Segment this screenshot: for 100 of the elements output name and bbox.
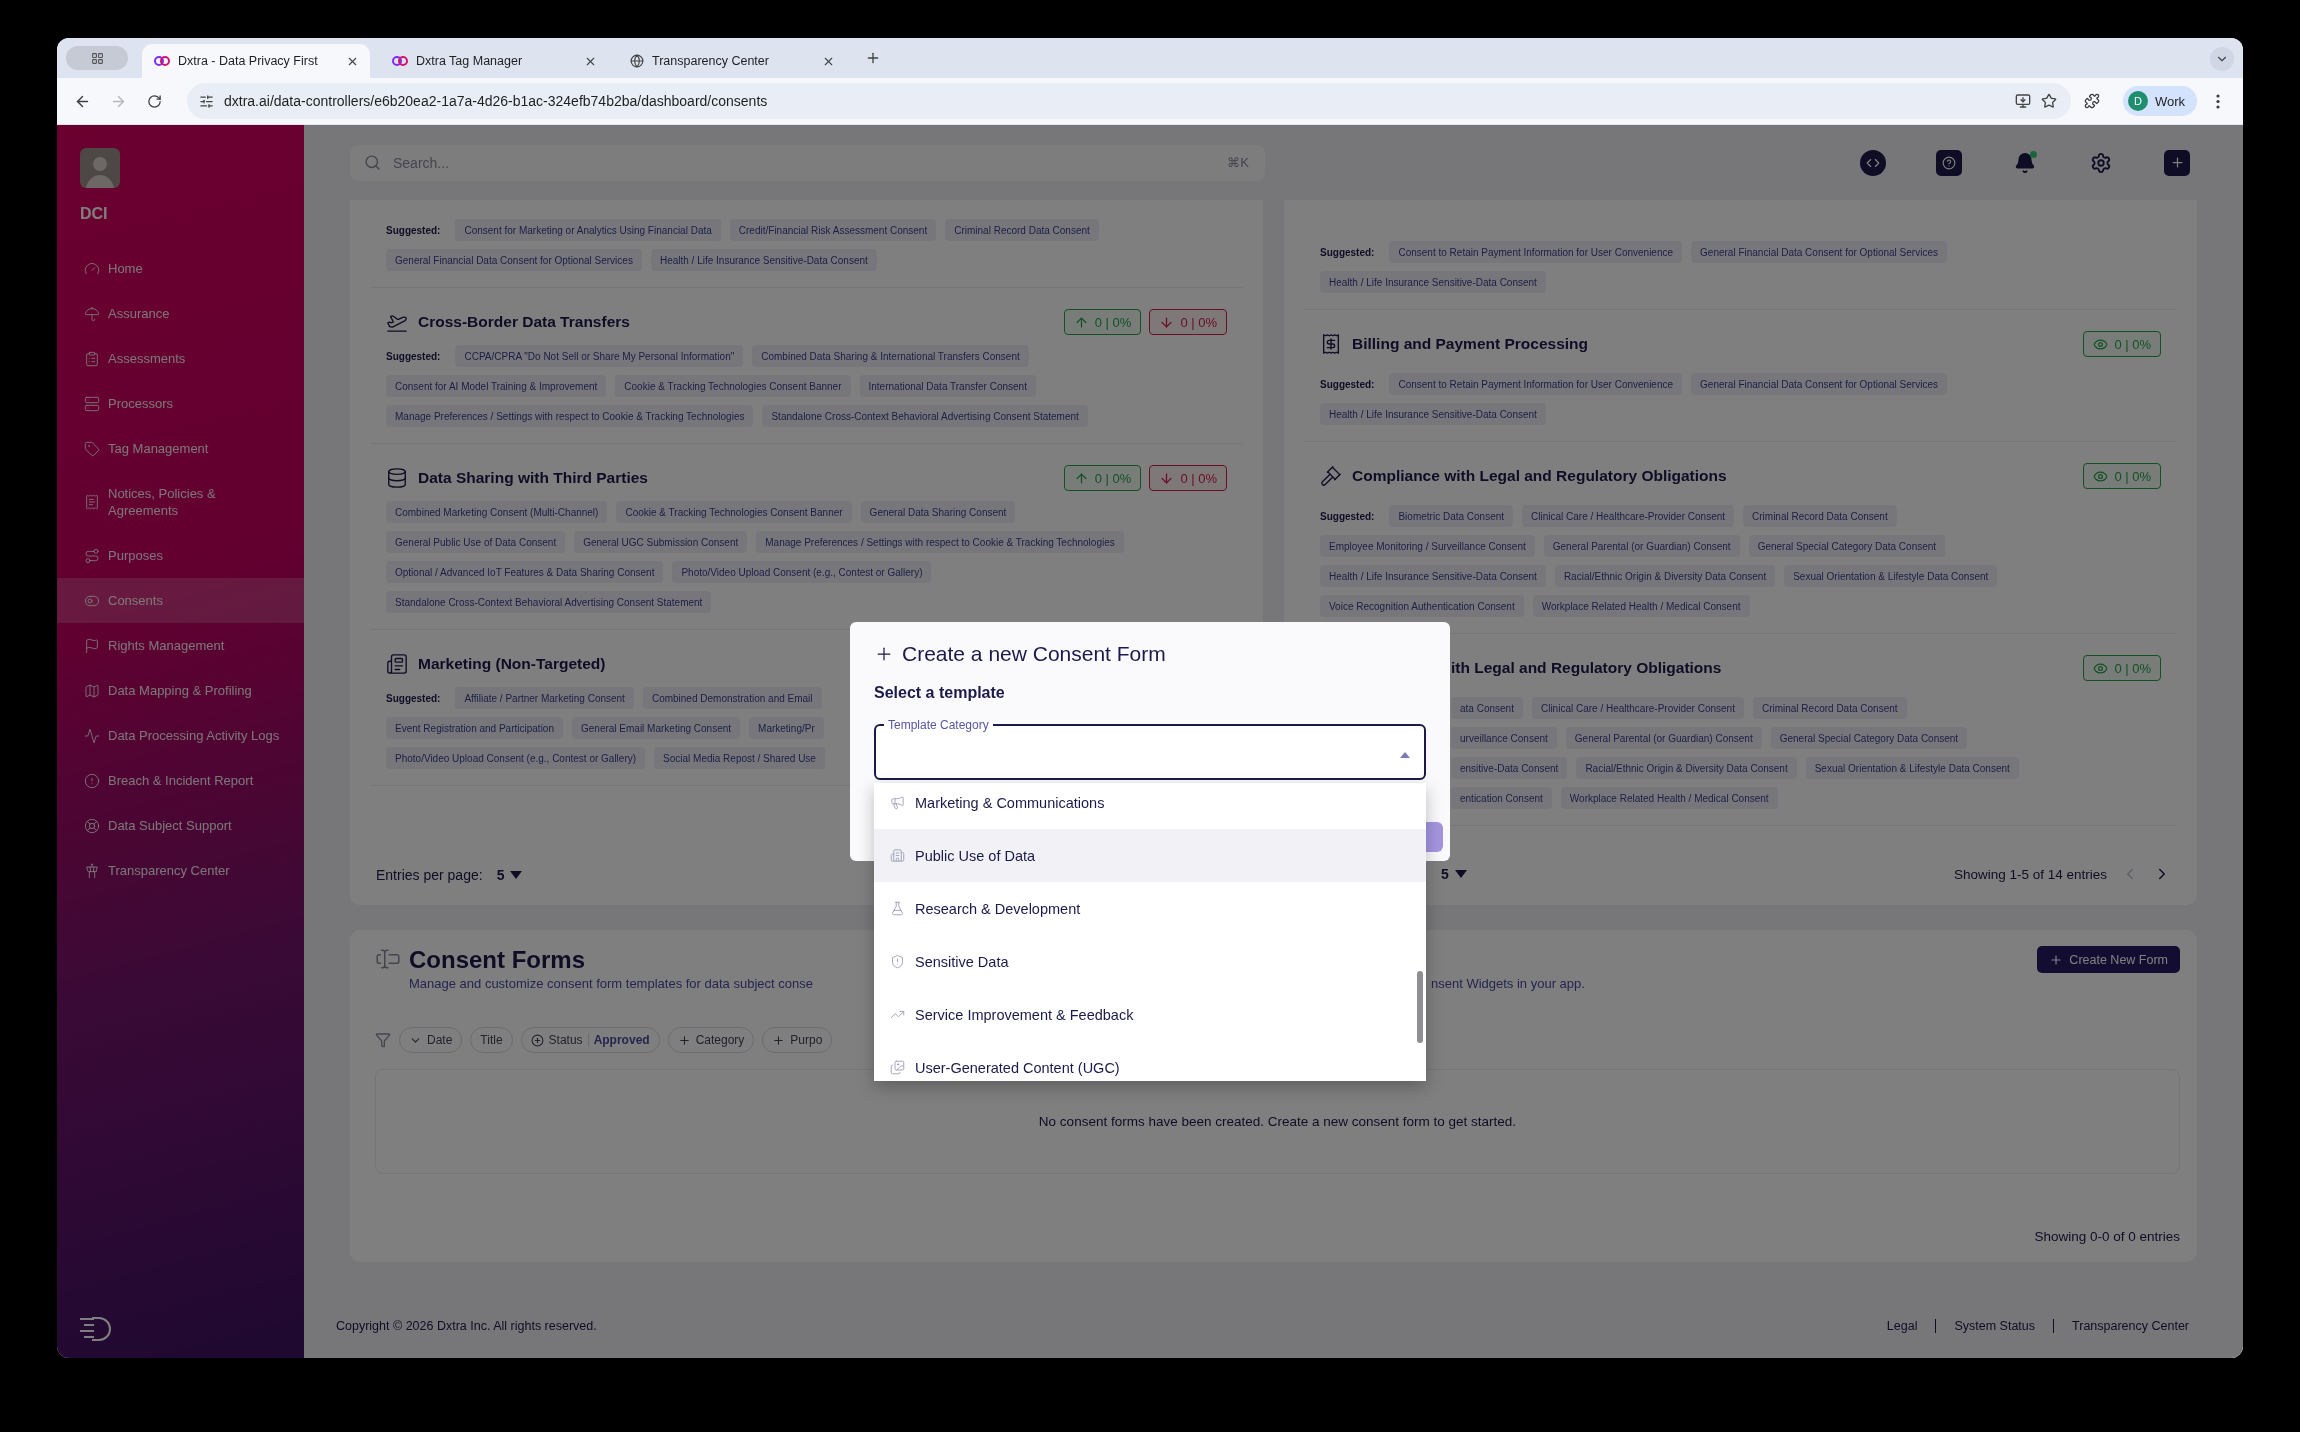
template-chip[interactable]: entication Consent: [1451, 787, 1552, 809]
filter-chip[interactable]: Date: [399, 1027, 463, 1053]
template-chip[interactable]: Clinical Care / Healthcare-Provider Consent: [1522, 505, 1735, 527]
search-field[interactable]: Search...: [391, 153, 1218, 172]
template-chip[interactable]: Criminal Record Data Consent: [1752, 697, 1907, 719]
template-chip[interactable]: General Email Marketing Consent: [572, 717, 741, 739]
template-chip[interactable]: ensitive-Data Consent: [1451, 757, 1568, 779]
template-chip[interactable]: Employee Monitoring / Surveillance Consent: [1320, 535, 1535, 557]
template-option[interactable]: User-Generated Content (UGC): [874, 1041, 1426, 1081]
footer-link[interactable]: Transparency Center: [2053, 1319, 2189, 1333]
template-chip[interactable]: General Special Category Data Consent: [1770, 727, 1968, 749]
sidebar-item[interactable]: Processors: [57, 381, 304, 426]
template-chip[interactable]: General Financial Data Consent for Optional Services: [386, 249, 642, 271]
browser-tab[interactable]: Dxtra - Data Privacy First: [142, 44, 370, 78]
browser-tab[interactable]: Dxtra Tag Manager: [380, 44, 608, 78]
template-chip[interactable]: Health / Life Insurance Sensitive-Data Consent: [650, 249, 877, 271]
template-chip[interactable]: General Financial Data Consent for Optional Services: [1691, 241, 1947, 263]
template-chip[interactable]: Workplace Related Health / Medical Consent: [1532, 595, 1750, 617]
template-chip[interactable]: Standalone Cross-Context Behavioral Advertising Consent Statement: [386, 591, 712, 613]
template-chip[interactable]: Event Registration and Participation: [386, 717, 563, 739]
template-chip[interactable]: Manage Preferences / Settings with respect to Cookie & Tracking Technologies: [756, 531, 1124, 553]
address-bar[interactable]: dxtra.ai/data-controllers/e6b20ea2-1a7a-4d26-b1ac-324efb74b2ba/dashboard/consents: [187, 83, 2071, 119]
sidebar-item[interactable]: Rights Management: [57, 623, 304, 668]
template-option[interactable]: Service Improvement & Feedback: [874, 988, 1426, 1041]
template-chip[interactable]: Sexual Orientation & Lifestyle Data Consent: [1784, 565, 1998, 587]
search-bar[interactable]: Search... ⌘K: [350, 144, 1265, 181]
footer-link[interactable]: System Status: [1935, 1319, 2054, 1333]
template-chip[interactable]: Optional / Advanced IoT Features & Data Sharing Consent: [386, 561, 664, 583]
template-category-select[interactable]: Template Category: [874, 718, 1426, 780]
template-chip[interactable]: Clinical Care / Healthcare-Provider Consent: [1531, 697, 1744, 719]
sidebar-item[interactable]: Transparency Center: [57, 848, 304, 893]
template-chip[interactable]: Consent for AI Model Training & Improvement: [386, 375, 607, 397]
sidebar-item[interactable]: Data Subject Support: [57, 803, 304, 848]
template-option[interactable]: Public Use of Data: [874, 829, 1426, 882]
template-chip[interactable]: Voice Recognition Authentication Consent: [1320, 595, 1524, 617]
template-chip[interactable]: Racial/Ethnic Origin & Diversity Data Consent: [1554, 565, 1776, 587]
template-chip[interactable]: Consent to Retain Payment Information for User Convenience: [1389, 373, 1683, 395]
receipt-icon: [84, 494, 100, 510]
sidebar-item[interactable]: Data Processing Activity Logs: [57, 713, 304, 758]
template-option[interactable]: Research & Development: [874, 882, 1426, 935]
template-chip[interactable]: Racial/Ethnic Origin & Diversity Data Consent: [1576, 757, 1797, 779]
filter-chip[interactable]: Status Approved: [520, 1027, 660, 1053]
create-new-form-button[interactable]: Create New Form: [2037, 946, 2180, 973]
template-chip[interactable]: General Parental (or Guardian) Consent: [1565, 727, 1762, 749]
template-chip[interactable]: ata Consent: [1451, 697, 1523, 719]
template-chip[interactable]: Affiliate / Partner Marketing Consent: [455, 687, 634, 709]
template-chip[interactable]: Photo/Video Upload Consent (e.g., Contest or Gallery): [672, 561, 932, 583]
template-option[interactable]: Marketing & Communications: [874, 783, 1426, 829]
template-chip[interactable]: General Public Use of Data Consent: [386, 531, 566, 553]
browser-tab[interactable]: Transparency Center: [618, 44, 846, 78]
footer-link[interactable]: Legal: [1868, 1319, 1936, 1333]
filter-chip[interactable]: Purpo: [762, 1027, 833, 1053]
profile-button[interactable]: D Work: [2122, 86, 2197, 116]
page-size-select[interactable]: 5: [496, 867, 523, 883]
template-chip[interactable]: General Financial Data Consent for Optional Services: [1691, 373, 1947, 395]
template-chip[interactable]: Marketing/Pr: [749, 717, 824, 739]
template-chip[interactable]: International Data Transfer Consent: [859, 375, 1036, 397]
template-chip[interactable]: Photo/Video Upload Consent (e.g., Contest or Gallery): [386, 747, 646, 769]
template-chip[interactable]: Health / Life Insurance Sensitive-Data Consent: [1320, 403, 1546, 425]
code-button[interactable]: [1860, 149, 1886, 176]
template-chip[interactable]: General Special Category Data Consent: [1748, 535, 1946, 557]
template-chip[interactable]: Health / Life Insurance Sensitive-Data Consent: [1320, 271, 1546, 293]
sidebar-item[interactable]: Data Mapping & Profiling: [57, 668, 304, 713]
template-chip[interactable]: Combined Data Sharing & International Transfers Consent: [752, 345, 1029, 367]
template-chip[interactable]: Consent to Retain Payment Information for User Convenience: [1389, 241, 1683, 263]
template-chip[interactable]: Sexual Orientation & Lifestyle Data Consent: [1805, 757, 2019, 779]
template-chip[interactable]: General Data Sharing Consent: [860, 501, 1016, 523]
sidebar-item[interactable]: Home: [57, 246, 304, 291]
template-chip[interactable]: General UGC Submission Consent: [574, 531, 748, 553]
sidebar-item[interactable]: Assessments: [57, 336, 304, 381]
template-chip[interactable]: General Parental (or Guardian) Consent: [1543, 535, 1740, 557]
help-button[interactable]: [1936, 149, 1962, 176]
sidebar-item[interactable]: Purposes: [57, 533, 304, 578]
template-chip[interactable]: Combined Demonstration and Email: [642, 687, 822, 709]
tab-search-button[interactable]: [2210, 47, 2234, 71]
template-chip[interactable]: Standalone Cross-Context Behavioral Advertising Consent Statement: [762, 405, 1088, 427]
sidebar-item[interactable]: Breach & Incident Report: [57, 758, 304, 803]
template-chip[interactable]: Cookie & Tracking Technologies Consent Banner: [616, 501, 852, 523]
page-size-select[interactable]: 5: [1441, 866, 1467, 882]
template-chip[interactable]: Manage Preferences / Settings with respect to Cookie & Tracking Technologies: [386, 405, 754, 427]
template-chip[interactable]: Consent for Marketing or Analytics Using Financial Data: [455, 219, 721, 241]
template-chip[interactable]: CCPA/CPRA "Do Not Sell or Share My Personal Information": [455, 345, 744, 367]
template-chip[interactable]: Workplace Related Health / Medical Consent: [1560, 787, 1778, 809]
template-chip[interactable]: Social Media Repost / Shared Use: [654, 747, 825, 769]
tab-group-button[interactable]: [66, 46, 128, 70]
template-option[interactable]: Sensitive Data: [874, 935, 1426, 988]
template-chip[interactable]: Criminal Record Data Consent: [945, 219, 1099, 241]
sidebar-item[interactable]: Assurance: [57, 291, 304, 336]
template-chip[interactable]: Combined Marketing Consent (Multi-Channel): [386, 501, 608, 523]
template-chip[interactable]: Cookie & Tracking Technologies Consent Banner: [615, 375, 851, 397]
add-button[interactable]: [2164, 149, 2190, 176]
template-chip[interactable]: Health / Life Insurance Sensitive-Data Consent: [1320, 565, 1546, 587]
template-chip[interactable]: urveillance Consent: [1451, 727, 1557, 749]
template-chip[interactable]: Biometric Data Consent: [1389, 505, 1514, 527]
filter-chip[interactable]: Category: [667, 1027, 755, 1053]
template-chip[interactable]: Credit/Financial Risk Assessment Consent: [729, 219, 937, 241]
sidebar-item[interactable]: Tag Management: [57, 426, 304, 471]
template-chip[interactable]: Criminal Record Data Consent: [1743, 505, 1897, 527]
filter-chip[interactable]: Title: [470, 1027, 513, 1053]
sidebar-item[interactable]: Notices, Policies & Agreements: [57, 471, 304, 533]
